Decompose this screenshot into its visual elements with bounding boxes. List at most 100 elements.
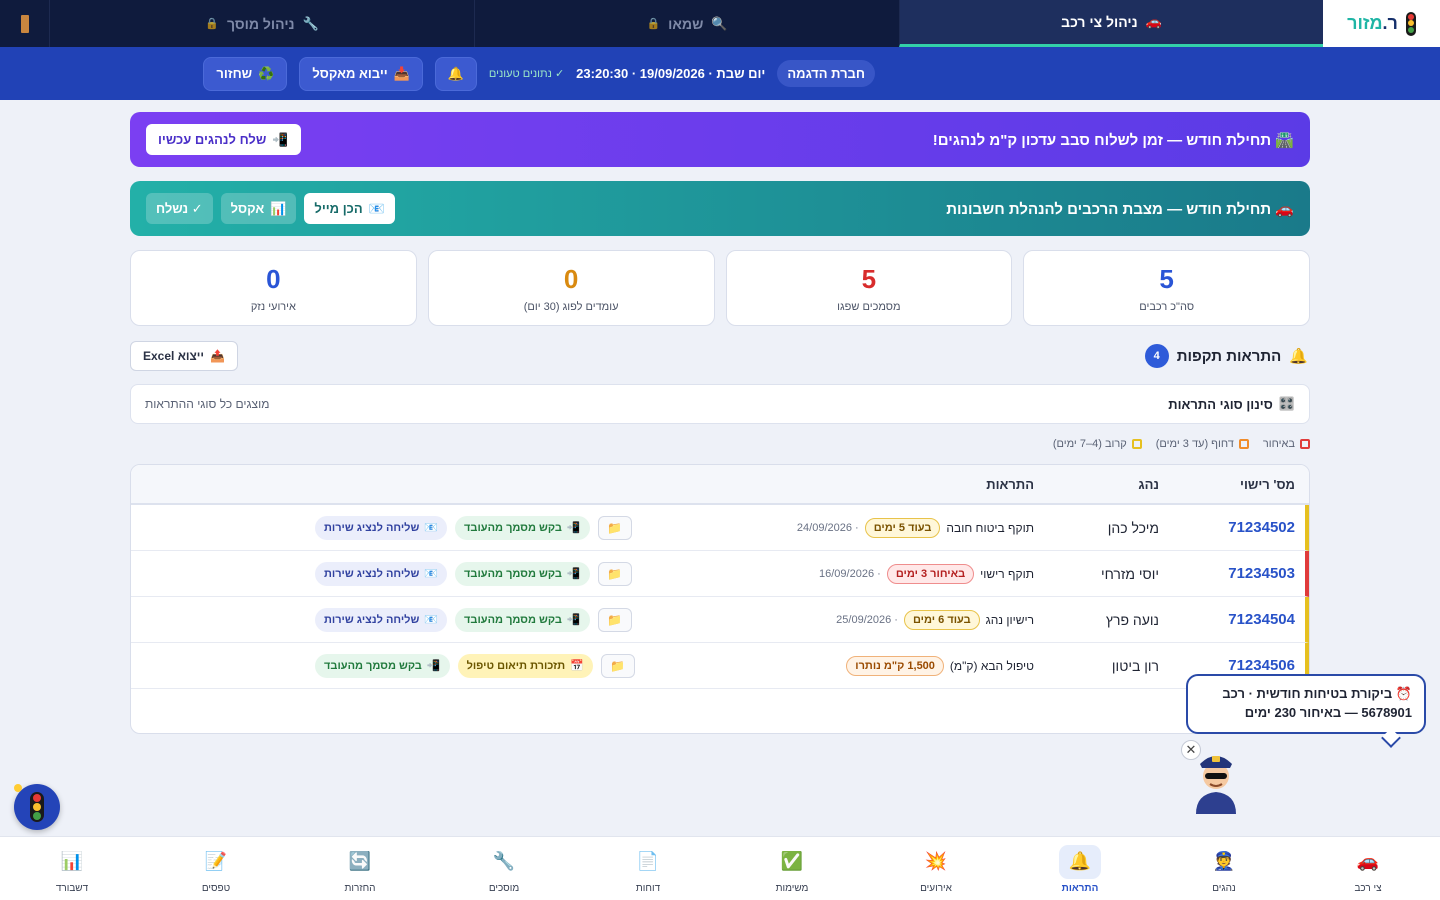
notifications-button[interactable]: 🔔 [434, 56, 477, 91]
nav-dashboard[interactable]: 📊 דשבורד [0, 837, 144, 900]
request-document-button[interactable]: 📲 בקש מסמך מהעובד [455, 515, 590, 540]
nav-tasks[interactable]: ✅ משימות [720, 837, 864, 900]
bell-icon: 🔔 [1289, 348, 1308, 365]
banner-text: 🚗 תחילת חודש — מצבת הרכבים להנהלת חשבונו… [946, 200, 1294, 218]
stat-damage-events[interactable]: 0 אירועי נזק [130, 250, 417, 326]
phone-icon: 📲 [566, 614, 581, 626]
nav-events[interactable]: 💥 אירועים [864, 837, 1008, 900]
wrench-icon: 🔧 [302, 15, 319, 31]
police-officer-mascot[interactable] [1188, 746, 1244, 816]
alert-type-filter[interactable]: 🎛️ סינון סוגי התראות מוצגים כל סוגי ההתרא… [130, 384, 1310, 424]
button-label: ייצוא Excel [143, 349, 205, 363]
import-excel-button[interactable]: 📥 ייבוא מאקסל [299, 56, 423, 91]
send-to-service-button[interactable]: 📧 שליחה לנציג שירות [315, 561, 448, 586]
lock-icon: 🔒 [205, 18, 219, 30]
service-reminder-button[interactable]: 📅 תזכורת תיאום טיפול [457, 653, 593, 678]
section-title: התראות תקפות [1176, 347, 1282, 365]
folder-button[interactable]: 📁 [597, 515, 632, 540]
phone-icon: 📲 [566, 568, 581, 580]
tab-appraiser[interactable]: 🔍 שמאו 🔒 [474, 0, 899, 47]
mail-icon: 📧 [424, 614, 439, 626]
collision-icon: 💥 [924, 851, 948, 871]
alert-type: טיפול הבא (ק"מ) [949, 658, 1034, 673]
officer-icon: 👮 [1212, 851, 1236, 871]
company-badge[interactable]: חברת הדגמה [777, 60, 875, 87]
refresh-icon: 🔄 [348, 851, 372, 871]
request-document-button[interactable]: 📲 בקש מסמך מהעובד [315, 653, 450, 678]
brand-name: ר.מזור [1347, 13, 1398, 33]
tab-label: שמאו [668, 15, 704, 32]
menu-handle[interactable] [0, 0, 49, 47]
tab-garage-management[interactable]: 🔧 ניהול מוסך 🔒 [49, 0, 474, 47]
nav-alerts[interactable]: 🔔 התראות [1008, 837, 1152, 900]
nav-garages[interactable]: 🔧 מוסכים [432, 837, 576, 900]
nav-fleet[interactable]: 🚗 צי רכב [1296, 837, 1440, 900]
plate-link[interactable]: 71234504 [1159, 611, 1305, 628]
folder-button[interactable]: 📁 [600, 653, 635, 678]
button-label: שחזור [216, 66, 253, 81]
mail-icon: 📧 [424, 522, 439, 534]
column-alerts[interactable]: התראות [131, 477, 1034, 492]
tab-label: ניהול מוסך [226, 15, 295, 32]
wrench-icon: 🔧 [492, 851, 516, 871]
car-icon: 🚗 [1356, 851, 1380, 871]
fleet-status-banner: 🚗 תחילת חודש — מצבת הרכבים להנהלת חשבונו… [130, 181, 1310, 236]
nav-forms[interactable]: 📝 טפסים [144, 837, 288, 900]
traffic-light-assistant-button[interactable] [14, 784, 60, 830]
table-row: 71234503 יוסי מזרחי תוקף רישוי באיחור 3 … [131, 551, 1309, 597]
legend-swatch [1300, 439, 1310, 449]
stat-expired-documents[interactable]: 5 מסמכים שפגו [725, 250, 1013, 326]
calendar-icon: 📅 [570, 660, 584, 672]
alerts-header: 🔔 התראות תקפות 4 📤 ייצוא Excel [130, 340, 1310, 372]
button-label: אקסל [230, 201, 265, 216]
folder-icon: 📁 [610, 658, 626, 673]
nav-label: נהגים [1212, 882, 1236, 894]
stat-value: 5 [1159, 263, 1174, 294]
assistant-speech-bubble[interactable]: ⏰ ביקורת בטיחות חודשית · רכב 5678901 — ב… [1186, 674, 1426, 734]
restore-button[interactable]: ♻️ שחזור [203, 56, 288, 91]
driver-name: מיכל כהן [1107, 519, 1159, 536]
request-document-button[interactable]: 📲 בקש מסמך מהעובד [455, 607, 590, 632]
folder-icon: 📁 [607, 612, 623, 627]
column-plate[interactable]: מס' רישוי [1159, 477, 1309, 492]
send-to-drivers-button[interactable]: 📲 שלח לנהגים עכשיו [146, 124, 301, 155]
form-icon: 📝 [204, 851, 228, 871]
excel-button[interactable]: 📊 אקסל [220, 193, 297, 224]
plate-link[interactable]: 71234506 [1159, 657, 1305, 674]
brand-logo[interactable]: ר.מזור [1323, 0, 1440, 47]
folder-button[interactable]: 📁 [597, 561, 632, 586]
bubble-line-2: 5678901 — באיחור 230 ימים [1244, 705, 1412, 720]
folder-button[interactable]: 📁 [597, 607, 632, 632]
filter-icon: 🎛️ [1278, 396, 1295, 411]
driver-name: יוסי מזרחי [1100, 565, 1159, 582]
stat-value: 0 [266, 263, 281, 294]
mark-sent-button[interactable]: ✓ נשלח [146, 193, 213, 224]
legend-upcoming: קרוב (4–7 ימים) [1053, 438, 1142, 450]
plate-link[interactable]: 71234503 [1159, 565, 1305, 582]
send-to-service-button[interactable]: 📧 שליחה לנציג שירות [315, 515, 448, 540]
nav-drivers[interactable]: 👮 נהגים [1152, 837, 1296, 900]
stats-row: 5 סה"כ רכבים 5 מסמכים שפגו 0 עומדים לפוג (3… [130, 250, 1310, 326]
notification-dot [14, 784, 22, 792]
column-driver[interactable]: נהג [1034, 477, 1159, 492]
stat-total-vehicles[interactable]: 5 סה"כ רכבים [1023, 250, 1310, 326]
nav-label: משימות [775, 882, 809, 894]
nav-label: התראות [1061, 882, 1099, 894]
nav-returns[interactable]: 🔄 החזרות [288, 837, 432, 900]
nav-label: דוחות [635, 882, 661, 894]
tab-fleet-management[interactable]: 🚗 ניהול צי רכב [899, 0, 1323, 47]
nav-label: החזרות [344, 882, 376, 894]
export-excel-button[interactable]: 📤 ייצוא Excel [130, 341, 239, 371]
legend-urgent: דחוף (עד 3 ימים) [1156, 438, 1249, 450]
status-pill: 1,500 ק"מ נותרו [846, 655, 944, 676]
bell-icon: 🔔 [1059, 844, 1101, 879]
request-document-button[interactable]: 📲 בקש מסמך מהעובד [455, 561, 590, 586]
nav-reports[interactable]: 📄 דוחות [576, 837, 720, 900]
severity-legend: באיחור דחוף (עד 3 ימים) קרוב (4–7 ימים) [130, 436, 1310, 452]
chart-icon: 📊 [270, 200, 287, 216]
stat-expiring-soon[interactable]: 0 עומדים לפוג (30 יום) [427, 250, 715, 326]
date-time: יום שבת · 19/09/2026 · 23:20:30 [576, 66, 766, 81]
prepare-mail-button[interactable]: 📧 הכן מייל [304, 193, 395, 224]
send-to-service-button[interactable]: 📧 שליחה לנציג שירות [315, 607, 448, 632]
plate-link[interactable]: 71234502 [1159, 519, 1305, 536]
